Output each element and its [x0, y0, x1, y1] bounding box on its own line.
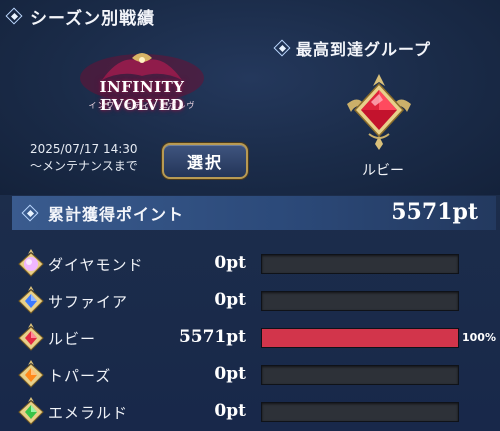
rank-points: 0pt	[214, 290, 246, 310]
sapphire-gem-icon	[18, 286, 44, 314]
points-panel: 累計獲得ポイント 5571pt ダイヤモンド 0pt サファイア 0pt ルビー…	[12, 196, 496, 431]
ruby-gem-icon	[18, 323, 44, 351]
rank-label: エメラルド	[48, 404, 129, 422]
rank-progress-track	[261, 254, 459, 274]
rank-progress-fill	[262, 329, 458, 347]
rank-label: サファイア	[48, 293, 129, 311]
rank-row-sapphire: サファイア 0pt	[12, 286, 496, 315]
rank-label: トパーズ	[48, 367, 112, 385]
points-total: 5571pt	[391, 199, 478, 225]
rank-row-emerald: エメラルド 0pt	[12, 397, 496, 426]
rank-label: ダイヤモンド	[48, 256, 144, 274]
rank-points: 0pt	[214, 253, 246, 273]
section-title: シーズン別戦績	[30, 8, 156, 29]
rank-label: ルビー	[48, 330, 97, 348]
rank-points: 5571pt	[178, 327, 246, 347]
emerald-gem-icon	[18, 397, 44, 425]
rank-points: 0pt	[214, 364, 246, 384]
select-season-button[interactable]: 選択	[162, 143, 248, 179]
highest-group-header: 最高到達グループ	[270, 36, 431, 60]
rank-points: 0pt	[214, 401, 246, 421]
diamond-bullet-icon	[274, 40, 290, 56]
diamond-gem-icon	[18, 249, 44, 277]
season-period: 2025/07/17 14:30 〜メンテナンスまで	[30, 141, 138, 175]
section-header: シーズン別戦績	[2, 2, 498, 30]
rank-progress-track	[261, 402, 459, 422]
highest-group-title: 最高到達グループ	[296, 40, 432, 59]
topaz-gem-icon	[18, 360, 44, 388]
rank-progress-track	[261, 328, 459, 348]
rank-row-topaz: トパーズ 0pt	[12, 360, 496, 389]
rank-row-diamond: ダイヤモンド 0pt	[12, 249, 496, 278]
season-logo: INFINITY EVOLVED インフィニティ・エボルヴ	[62, 50, 222, 125]
diamond-bullet-icon	[22, 205, 38, 221]
rank-progress-track	[261, 365, 459, 385]
season-logo-subtitle: インフィニティ・エボルヴ	[88, 101, 196, 110]
highest-rank-name: ルビー	[362, 163, 404, 179]
rank-row-ruby: ルビー 5571pt 100%	[12, 323, 496, 352]
rank-progress-percent: 100%	[462, 331, 496, 344]
points-title: 累計獲得ポイント	[48, 205, 185, 224]
season-end-date: 2025/07/17 14:30	[30, 142, 138, 156]
points-header: 累計獲得ポイント 5571pt	[12, 196, 496, 230]
ruby-emblem-icon	[347, 74, 411, 150]
season-end-note: 〜メンテナンスまで	[30, 159, 138, 173]
rank-progress-track	[261, 291, 459, 311]
diamond-bullet-icon	[6, 8, 22, 24]
